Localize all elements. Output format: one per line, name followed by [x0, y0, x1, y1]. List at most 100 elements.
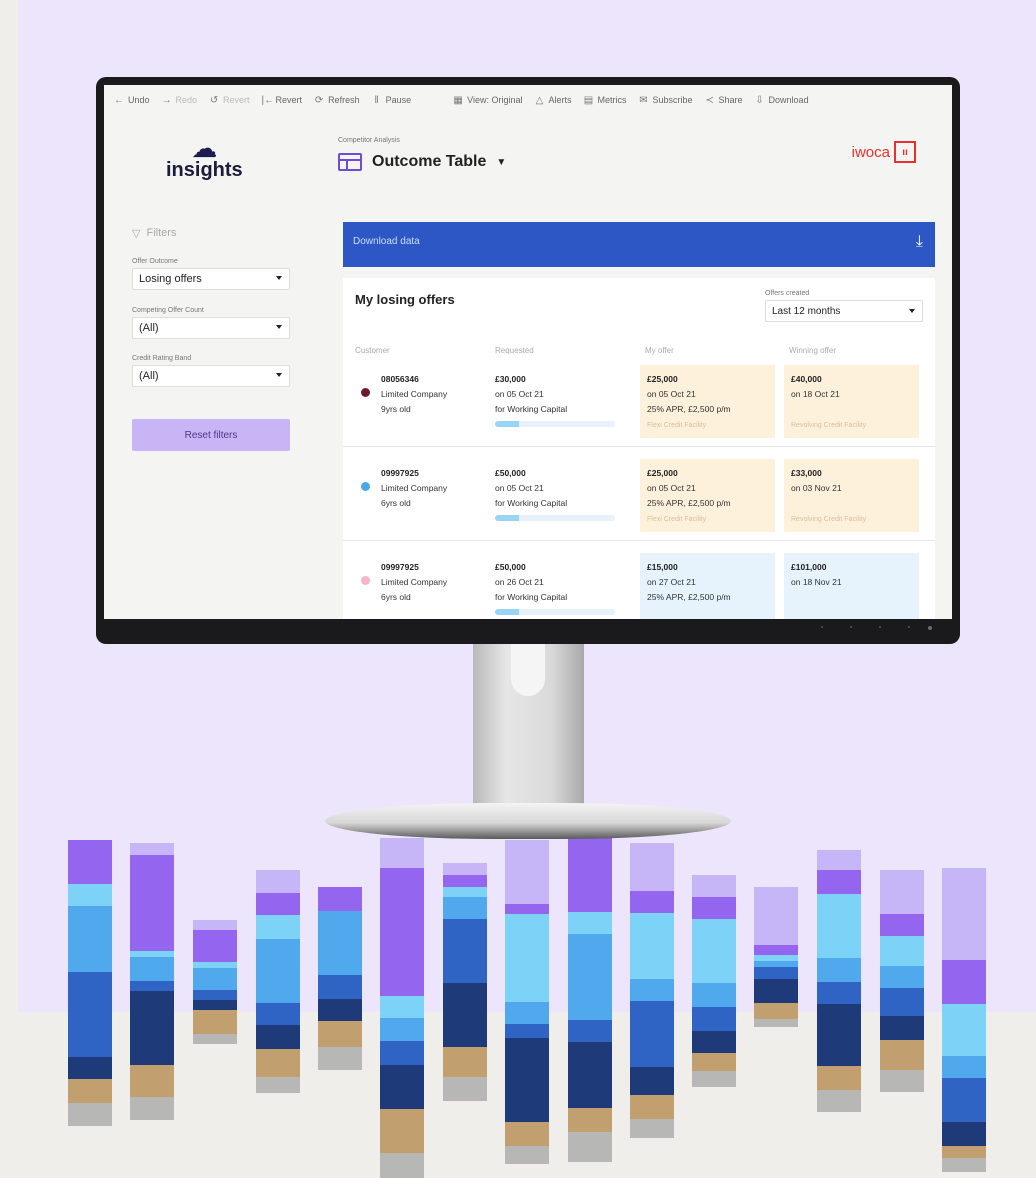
- offers-created-select[interactable]: Last 12 months: [765, 300, 923, 322]
- chevron-down-icon: [276, 325, 282, 329]
- credit-band-select[interactable]: (All): [132, 365, 290, 387]
- competing-count-select[interactable]: (All): [132, 317, 290, 339]
- requested-cell: £50,000 on 26 Oct 21 for Working Capital: [495, 560, 567, 605]
- decorative-bar-segment: [880, 1070, 924, 1092]
- table-icon: [338, 153, 362, 171]
- decorative-bar-segment: [68, 1057, 112, 1079]
- toolbar-icon: △: [535, 94, 544, 106]
- decorative-bar-segment: [754, 1019, 798, 1027]
- column-header-customer: Customer: [355, 346, 390, 355]
- decorative-bar-segment: [942, 1056, 986, 1078]
- decorative-bar-segment: [68, 1079, 112, 1103]
- requested-purpose: for Working Capital: [495, 592, 568, 602]
- toolbar-icon: ↺: [209, 94, 219, 106]
- toolbar-label: View: Original: [467, 95, 523, 105]
- requested-purpose: for Working Capital: [495, 404, 568, 414]
- progress-pill: [495, 609, 615, 615]
- toolbar-item-undo[interactable]: ← Undo: [114, 95, 150, 106]
- decorative-bar-segment: [942, 1146, 986, 1158]
- toolbar-item-refresh[interactable]: ⟳ Refresh: [314, 95, 360, 106]
- decorative-bar-segment: [256, 1049, 300, 1077]
- toolbar-item-revert[interactable]: ↺ Revert: [209, 95, 250, 106]
- requested-amount: £30,000: [495, 374, 526, 384]
- insights-logo: ☁︎ insights: [166, 135, 243, 182]
- breadcrumb: Competitor Analysis: [338, 137, 400, 144]
- my-offer-amount: £25,000: [647, 374, 678, 384]
- my-offer-date: on 05 Oct 21: [647, 389, 696, 399]
- decorative-bar-segment: [380, 1153, 424, 1178]
- decorative-bar-segment: [193, 1010, 237, 1034]
- filter-icon: ▽: [132, 228, 141, 240]
- customer-id: 09997925: [381, 562, 419, 572]
- toolbar-item-pause[interactable]: ‖ Pause: [372, 95, 412, 106]
- column-header-my-offer: My offer: [645, 346, 674, 355]
- monitor-stand-base: [325, 803, 731, 839]
- decorative-bar-segment: [568, 1132, 612, 1162]
- toolbar-icon: ≺: [705, 94, 714, 106]
- toolbar-icon: ←: [114, 94, 124, 106]
- winning-offer-date: on 18 Oct 21: [791, 389, 840, 399]
- my-offer-terms: 25% APR, £2,500 p/m: [647, 592, 731, 602]
- winning-offer-product: Revolving Credit Facility: [791, 422, 867, 429]
- winning-offer-date: on 03 Nov 21: [791, 483, 842, 493]
- iwoca-logo: iwoca ıı: [852, 141, 916, 163]
- requested-amount: £50,000: [495, 562, 526, 572]
- offer-outcome-select[interactable]: Losing offers: [132, 268, 290, 290]
- decorative-bar-segment: [130, 1065, 174, 1097]
- decorative-bar-segment: [942, 1078, 986, 1122]
- toolbar-item-view-original[interactable]: ▦ View: Original: [453, 95, 522, 106]
- decorative-bar-segment: [380, 1018, 424, 1041]
- winning-offer-amount: £33,000: [791, 468, 822, 478]
- winning-offer-cell: £101,000 on 18 Nov 21: [784, 553, 919, 619]
- winning-offer-cell: £33,000 on 03 Nov 21 Revolving Credit Fa…: [784, 459, 919, 532]
- customer-age: 6yrs old: [381, 592, 411, 602]
- power-button-icon[interactable]: [928, 626, 932, 630]
- offers-created-value: Last 12 months: [772, 306, 841, 317]
- requested-amount: £50,000: [495, 468, 526, 478]
- decorative-bar-segment: [630, 1095, 674, 1119]
- decorative-bar-segment: [568, 1108, 612, 1132]
- sidebar: ☁︎ insights ▽ Filters Offer Outcome Losi…: [104, 115, 310, 619]
- chevron-down-icon: [276, 276, 282, 280]
- table-row[interactable]: 08056346 Limited Company 9yrs old £30,00…: [343, 362, 935, 447]
- table-row[interactable]: 09997925 Limited Company 6yrs old £50,00…: [343, 550, 935, 619]
- download-icon[interactable]: ⤓: [916, 233, 923, 251]
- decorative-bar-segment: [880, 1040, 924, 1070]
- my-offer-cell: £25,000 on 05 Oct 21 25% APR, £2,500 p/m…: [640, 365, 775, 438]
- decorative-bar-segment: [630, 1119, 674, 1138]
- download-label: Download data: [353, 236, 420, 247]
- toolbar-label: Subscribe: [652, 95, 693, 105]
- decorative-bar-segment: [505, 1038, 549, 1122]
- toolbar-item-revert[interactable]: |← Revert: [262, 95, 303, 106]
- decorative-bar-segment: [130, 1097, 174, 1120]
- toolbar-label: Share: [718, 95, 743, 105]
- progress-pill: [495, 421, 615, 427]
- filters-heading-label: Filters: [146, 227, 177, 239]
- my-offer-product: Flexi Credit Facility: [647, 516, 707, 523]
- toolbar-item-download[interactable]: ⇩ Download: [755, 95, 808, 106]
- toolbar-icon: →: [161, 94, 172, 106]
- download-data-bar[interactable]: Download data ⤓: [343, 222, 935, 267]
- credit-band-value: (All): [139, 370, 159, 382]
- toolbar-item-alerts[interactable]: △ Alerts: [534, 94, 572, 106]
- decorative-bar-segment: [505, 1024, 549, 1038]
- toolbar-item-subscribe[interactable]: ✉ Subscribe: [638, 95, 692, 106]
- customer-color-dot: [361, 576, 370, 585]
- toolbar-item-metrics[interactable]: ▤ Metrics: [583, 95, 627, 106]
- table-row[interactable]: 09997925 Limited Company 6yrs old £50,00…: [343, 456, 935, 541]
- iwoca-mark-icon: ıı: [894, 141, 916, 163]
- reset-filters-button[interactable]: Reset filters: [132, 419, 290, 451]
- toolbar-icon: ‖: [374, 94, 379, 106]
- my-offer-cell: £15,000 on 27 Oct 21 25% APR, £2,500 p/m: [640, 553, 775, 619]
- chevron-down-icon: [276, 373, 282, 377]
- decorative-bar-segment: [443, 1077, 487, 1101]
- toolbar-item-redo[interactable]: → Redo: [162, 95, 198, 106]
- my-offer-date: on 27 Oct 21: [647, 577, 696, 587]
- caret-down-icon: ▼: [496, 156, 507, 168]
- toolbar-item-share[interactable]: ≺ Share: [705, 94, 743, 106]
- toolbar-icon: ✉: [639, 94, 648, 106]
- my-offer-product: Flexi Credit Facility: [647, 422, 707, 429]
- page-title-dropdown[interactable]: Outcome Table ▼: [338, 153, 506, 171]
- progress-pill: [495, 515, 615, 521]
- offer-outcome-label: Offer Outcome: [132, 258, 178, 265]
